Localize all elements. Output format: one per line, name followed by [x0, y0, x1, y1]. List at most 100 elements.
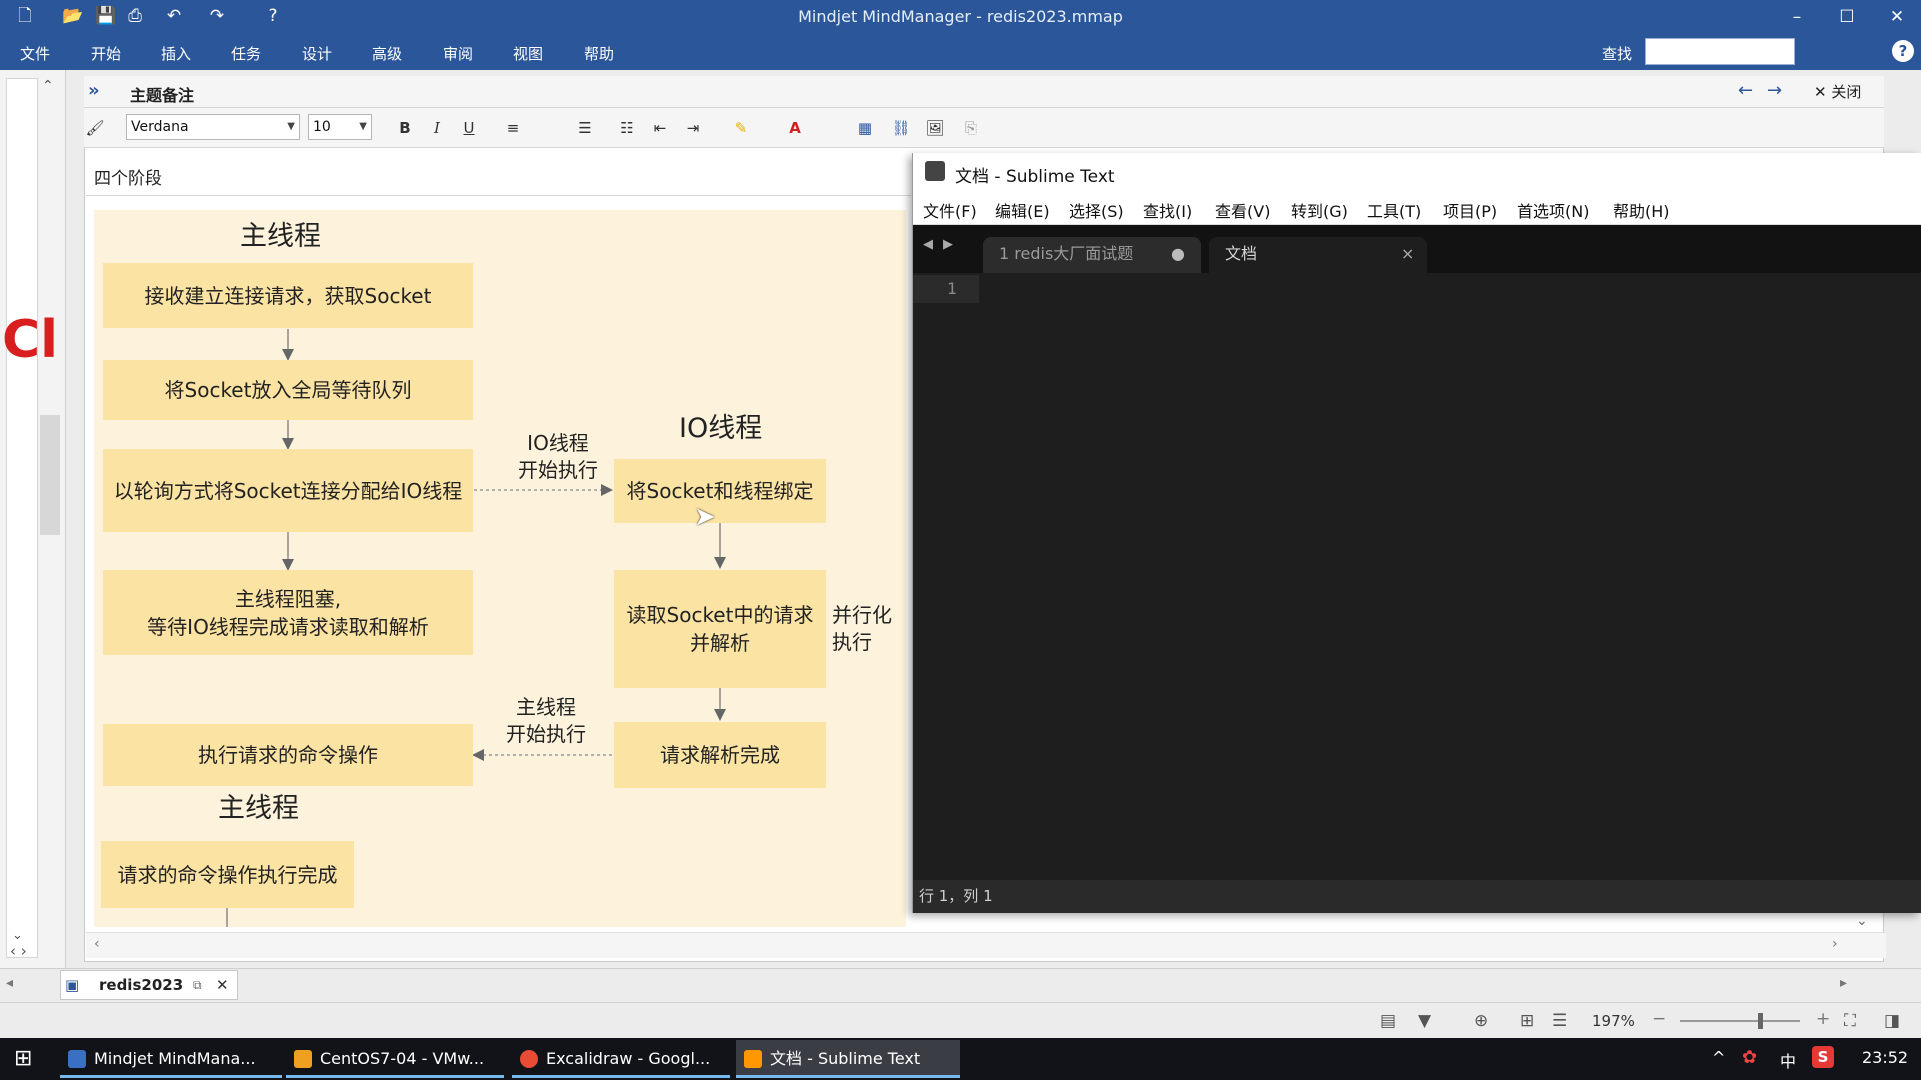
dropdown-arrow-icon: ▼	[287, 121, 295, 132]
restore-tab-icon[interactable]: ⧉	[193, 971, 202, 999]
sogou-ime-icon[interactable]: S	[1812, 1046, 1834, 1068]
sublime-tab-document[interactable]: 文档 ×	[1209, 237, 1427, 273]
expand-panel-icon[interactable]: »	[88, 80, 100, 101]
redo-icon[interactable]: ↷	[206, 5, 228, 27]
menu-help[interactable]: 帮助	[584, 43, 614, 64]
outline-view-icon[interactable]: ▤	[1380, 1011, 1396, 1031]
sublime-menu-view[interactable]: 查看(V)	[1215, 198, 1270, 222]
ime-indicator[interactable]: 中	[1780, 1048, 1796, 1072]
taskbar-sublime[interactable]: 文档 - Sublime Text	[736, 1040, 960, 1078]
maximize-icon[interactable]: ☐	[1830, 4, 1864, 30]
sublime-menu-find[interactable]: 查找(I)	[1143, 198, 1192, 222]
highlight-color-icon[interactable]: ✎	[730, 116, 752, 140]
sublime-editor[interactable]: 1	[913, 273, 1921, 880]
scroll-right-icon[interactable]: ›	[1832, 936, 1838, 952]
sublime-menu-preferences[interactable]: 首选项(N)	[1517, 198, 1589, 222]
close-tab-icon[interactable]: ✕	[216, 971, 229, 999]
outline-pane	[6, 78, 38, 958]
font-family-dropdown[interactable]: Verdana ▼	[126, 114, 300, 140]
tab-scroll-right-icon[interactable]: ▸	[1840, 975, 1847, 991]
tab-prev-icon[interactable]: ◀	[923, 237, 933, 252]
fit-map-icon[interactable]: ⛶	[1844, 1011, 1856, 1031]
taskbar-clock[interactable]: 23:52	[1862, 1048, 1908, 1067]
scroll-down-icon[interactable]: ⌄	[12, 928, 23, 943]
undo-icon[interactable]: ↶	[163, 5, 185, 27]
font-color-icon[interactable]: A	[784, 116, 806, 140]
menu-review[interactable]: 审阅	[443, 43, 473, 64]
menu-advanced[interactable]: 高级	[372, 43, 402, 64]
minimize-icon[interactable]: –	[1780, 4, 1814, 30]
menu-insert[interactable]: 插入	[161, 43, 191, 64]
box-enqueue-socket: 将Socket放入全局等待队列	[103, 360, 473, 420]
sublime-tab-redis[interactable]: 1 redis大厂面试题 ●	[983, 237, 1201, 273]
image-icon[interactable]: 🖼	[924, 116, 946, 140]
sublime-menu-goto[interactable]: 转到(G)	[1291, 198, 1348, 222]
horizontal-scrollbar[interactable]: ‹ ›	[86, 932, 1886, 958]
scroll-left-icon[interactable]: ‹	[94, 936, 100, 952]
menu-home[interactable]: 开始	[91, 43, 121, 64]
taskbar-chrome[interactable]: Excalidraw - Googl...	[512, 1040, 730, 1078]
menu-design[interactable]: 设计	[302, 43, 332, 64]
save-icon[interactable]: 💾	[95, 5, 117, 27]
list-view-icon[interactable]: ☰	[1552, 1011, 1567, 1031]
scroll-up-icon[interactable]: ⌃	[42, 78, 54, 94]
sublime-menu-project[interactable]: 项目(P)	[1443, 198, 1497, 222]
close-tab-icon[interactable]: ×	[1401, 237, 1414, 271]
menu-task[interactable]: 任务	[231, 43, 261, 64]
map-view-icon[interactable]: ⊞	[1520, 1011, 1534, 1031]
forward-arrow-icon[interactable]: →	[1767, 80, 1782, 101]
vertical-scrollbar[interactable]	[40, 415, 60, 535]
sublime-menu-help[interactable]: 帮助(H)	[1613, 198, 1670, 222]
tab-next-icon[interactable]: ▶	[943, 237, 953, 252]
bullet-list-icon[interactable]: ☷	[616, 116, 638, 140]
box-main-blocked-line1: 主线程阻塞,	[234, 586, 342, 611]
panel-collapse-icon[interactable]: ⌄	[1856, 913, 1868, 929]
sublime-menu-edit[interactable]: 编辑(E)	[995, 198, 1050, 222]
focus-icon[interactable]: ⊕	[1474, 1011, 1488, 1031]
tray-expand-icon[interactable]: ^	[1712, 1048, 1725, 1067]
panel-toggle-icon[interactable]: ◨	[1884, 1011, 1900, 1031]
table-icon[interactable]: ▦	[854, 116, 876, 140]
windows-start-icon[interactable]: ⊞	[14, 1046, 32, 1071]
align-icon[interactable]: ≡	[502, 116, 524, 140]
zoom-out-icon[interactable]: −	[1652, 1009, 1666, 1029]
taskbar-mindmanager[interactable]: Mindjet MindMana...	[60, 1040, 282, 1078]
close-window-icon[interactable]: ✕	[1880, 4, 1914, 30]
mouse-cursor-icon: ➤	[694, 502, 716, 532]
italic-button[interactable]: I	[426, 116, 448, 140]
help-icon[interactable]: ?	[262, 5, 284, 27]
tab-scroll-left-icon[interactable]: ◂	[6, 975, 13, 991]
help-circle-icon[interactable]: ?	[1892, 40, 1914, 62]
attachment-icon[interactable]: ⎘	[960, 116, 982, 140]
taskbar-vmware[interactable]: CentOS7-04 - VMw...	[286, 1040, 504, 1078]
sublime-menu-selection[interactable]: 选择(S)	[1069, 198, 1124, 222]
menu-file[interactable]: 文件	[20, 43, 50, 64]
increase-indent-icon[interactable]: ⇥	[682, 116, 704, 140]
search-input[interactable]	[1645, 38, 1795, 65]
font-size-dropdown[interactable]: 10 ▼	[308, 114, 372, 140]
format-painter-icon[interactable]: 🖌	[84, 116, 106, 140]
collapse-arrows-icon[interactable]: ‹ ›	[10, 942, 27, 960]
new-file-icon[interactable]: 🗋	[14, 5, 36, 27]
back-arrow-icon[interactable]: ←	[1738, 80, 1753, 101]
bold-button[interactable]: B	[394, 116, 416, 140]
decrease-indent-icon[interactable]: ⇤	[649, 116, 671, 140]
numbered-list-icon[interactable]: ☰	[574, 116, 596, 140]
filter-icon[interactable]: ▼	[1418, 1011, 1431, 1031]
zoom-slider[interactable]	[1680, 1020, 1800, 1022]
print-icon[interactable]: ⎙	[124, 5, 146, 27]
open-file-icon[interactable]: 📂	[62, 5, 84, 27]
box-dispatch-socket: 以轮询方式将Socket连接分配给IO线程	[103, 449, 473, 532]
sublime-menu-file[interactable]: 文件(F)	[923, 198, 977, 222]
sublime-menu-tools[interactable]: 工具(T)	[1367, 198, 1421, 222]
underline-button[interactable]: U	[458, 116, 480, 140]
zoom-slider-thumb[interactable]	[1758, 1013, 1763, 1029]
tray-app-icon[interactable]: ✿	[1742, 1047, 1757, 1068]
document-tab[interactable]: ▣ redis2023 ⧉ ✕	[60, 970, 238, 1000]
menu-view[interactable]: 视图	[513, 43, 543, 64]
close-panel-button[interactable]: ✕ 关闭	[1814, 81, 1861, 102]
zoom-in-icon[interactable]: +	[1816, 1009, 1830, 1029]
note-title[interactable]: 四个阶段	[86, 162, 911, 196]
ribbon-menu: 文件 开始 插入 任务 设计 高级 审阅 视图 帮助 查找 ?	[0, 34, 1921, 70]
link-icon[interactable]: ⛓	[890, 116, 912, 140]
